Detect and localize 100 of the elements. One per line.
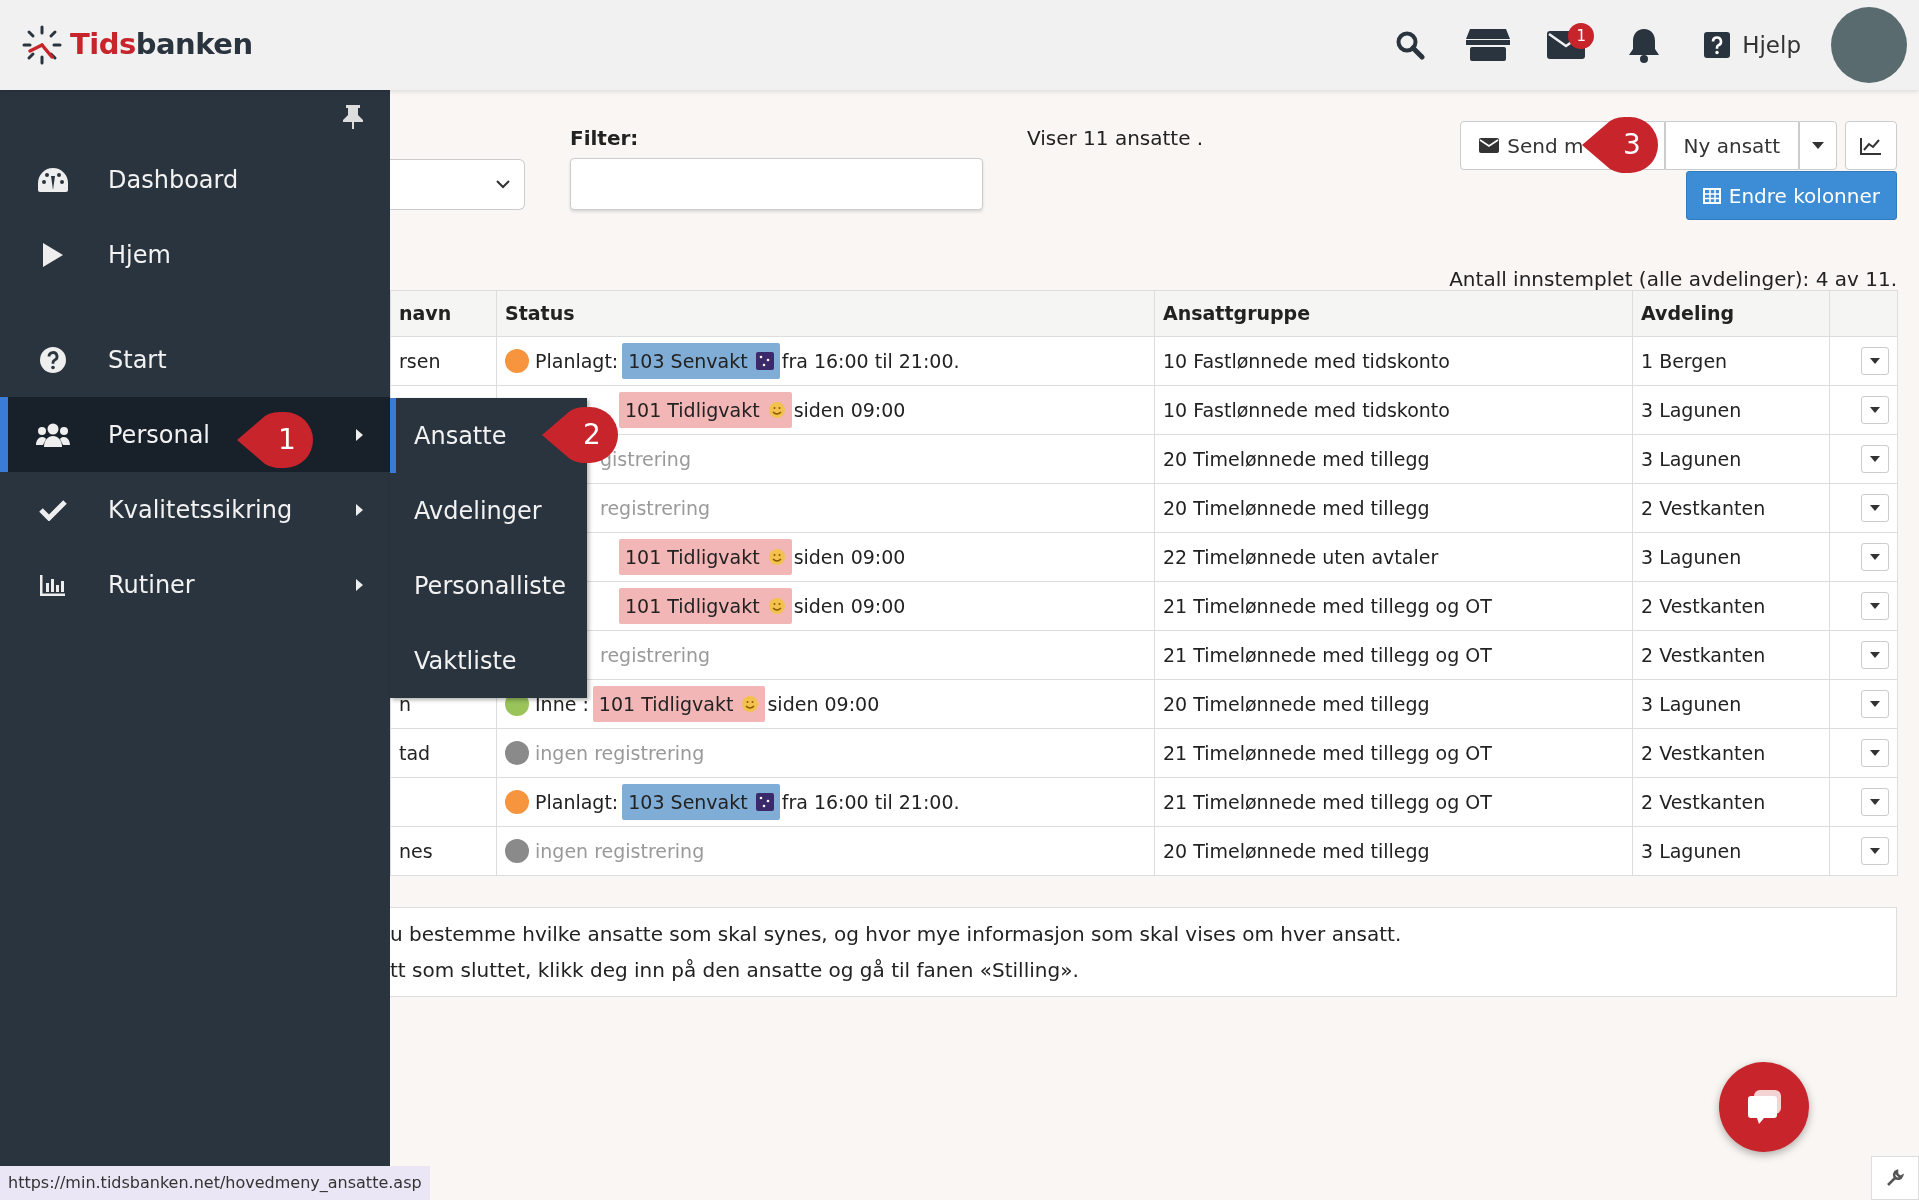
row-menu-button[interactable]	[1861, 592, 1889, 620]
shift-badge: 101 Tidligvakt	[619, 538, 792, 576]
row-menu-button[interactable]	[1861, 837, 1889, 865]
table-cell: 21 Timelønnede med tillegg og OT	[1154, 630, 1633, 680]
chevron-right-icon	[355, 427, 364, 442]
bar-chart-icon	[40, 573, 66, 596]
caret-icon	[1870, 505, 1880, 511]
column-header: Avdeling	[1632, 290, 1830, 337]
notification-badge: 1	[1568, 23, 1595, 49]
table-cell: 10 Fastlønnede med tidskonto	[1154, 336, 1633, 386]
sidebar-item[interactable]: Hjem	[0, 217, 390, 292]
play-icon	[41, 240, 65, 269]
row-menu-button[interactable]	[1861, 788, 1889, 816]
column-header: Status	[496, 290, 1155, 337]
chart-button[interactable]	[1845, 121, 1897, 170]
caret-icon	[1870, 652, 1880, 658]
status-label: registrering	[600, 642, 711, 668]
chat-button[interactable]	[1719, 1062, 1809, 1152]
status-bar-url: https://min.tidsbanken.net/hovedmeny_ansatte.asp	[0, 1166, 430, 1200]
table-cell: 21 Timelønnede med tillegg og OT	[1154, 581, 1633, 631]
search-icon	[1395, 30, 1426, 60]
table-cell: 21 Timelønnede med tillegg og OT	[1154, 777, 1633, 827]
table-cell: 20 Timelønnede med tillegg	[1154, 679, 1633, 729]
column-header: navn	[390, 290, 497, 337]
caret-icon	[1812, 142, 1824, 149]
night-sky-icon	[755, 352, 774, 370]
filter-label: Filter:	[570, 125, 639, 152]
row-menu-button[interactable]	[1861, 739, 1889, 767]
smiley-icon	[767, 548, 786, 566]
table-cell: 20 Timelønnede med tillegg	[1154, 434, 1633, 484]
step-callout-tooltip: 1	[235, 410, 315, 470]
new-employee-button[interactable]: Ny ansatt	[1664, 121, 1799, 170]
row-menu-button[interactable]	[1861, 396, 1889, 424]
row-menu-button[interactable]	[1861, 641, 1889, 669]
dashboard-icon	[37, 165, 69, 194]
caret-icon	[1870, 456, 1880, 462]
status-time: siden 09:00	[793, 397, 906, 423]
table-cell: 3 Lagunen	[1632, 385, 1830, 435]
sidebar-item[interactable]: Kvalitetssikring	[0, 472, 390, 547]
logo-icon	[22, 25, 62, 65]
sidebar-item[interactable]: Start	[0, 322, 390, 397]
table-cell: 2 Vestkanten	[1632, 728, 1830, 778]
employee-count: Viser 11 ansatte .	[1027, 125, 1204, 152]
table-cell: 2 Vestkanten	[1632, 483, 1830, 533]
status-label: registrering	[600, 495, 711, 521]
filter-input[interactable]	[570, 158, 983, 210]
shift-badge: 103 Senvakt	[622, 783, 780, 821]
sidebar-item[interactable]: Rutiner	[0, 547, 390, 622]
table-cell: 20 Timelønnede med tillegg	[1154, 826, 1633, 876]
status-label: Planlagt:	[535, 789, 619, 815]
smiley-icon	[767, 597, 786, 615]
table-cell: tad	[390, 728, 497, 778]
caret-icon	[1870, 358, 1880, 364]
table-cell: 3 Lagunen	[1632, 826, 1830, 876]
help-icon	[1704, 32, 1731, 58]
submenu-item[interactable]: Avdelinger	[390, 473, 587, 548]
wrench-button[interactable]	[1871, 1156, 1919, 1200]
info-text: tt som sluttet, klikk deg inn på den ansatte og gå til fanen «Stilling».	[390, 957, 1080, 984]
row-menu-button[interactable]	[1861, 690, 1889, 718]
status-time: siden 09:00	[767, 691, 880, 717]
smiley-icon	[741, 695, 760, 713]
table-cell: 2 Vestkanten	[1632, 777, 1830, 827]
table-cell: 21 Timelønnede med tillegg og OT	[1154, 728, 1633, 778]
submenu-item[interactable]: Personalliste	[390, 548, 587, 623]
bell-icon	[1628, 27, 1661, 63]
status-label: Planlagt:	[535, 348, 619, 374]
status-label: gistrering	[600, 446, 691, 472]
help-button[interactable]: Hjelp	[1698, 26, 1807, 64]
clocked-in-summary: Antall innstemplet (alle avdelinger): 4 av 11.	[1449, 266, 1897, 293]
shift-badge: 101 Tidligvakt	[619, 391, 792, 429]
dropdown-toggle-button[interactable]	[1799, 121, 1837, 170]
row-menu-button[interactable]	[1861, 445, 1889, 473]
row-menu-button[interactable]	[1861, 494, 1889, 522]
chevron-right-icon	[355, 502, 364, 517]
table-cell: 3 Lagunen	[1632, 434, 1830, 484]
people-icon	[36, 422, 70, 447]
caret-icon	[1870, 799, 1880, 805]
caret-icon	[1870, 848, 1880, 854]
row-menu-button[interactable]	[1861, 543, 1889, 571]
wrench-icon	[1886, 1169, 1904, 1187]
change-columns-button[interactable]: Endre kolonner	[1685, 171, 1897, 220]
caret-icon	[1870, 407, 1880, 413]
table-cell: 2 Vestkanten	[1632, 581, 1830, 631]
shift-badge: 101 Tidligvakt	[592, 685, 766, 723]
smiley-icon	[767, 401, 786, 419]
status-label: ingen registrering	[535, 838, 705, 864]
pin-icon[interactable]	[342, 104, 364, 130]
logo-text: Tidsbanken	[70, 26, 253, 64]
checkmark-icon	[39, 498, 67, 521]
mail-button[interactable]: 1	[1536, 15, 1597, 75]
envelope-icon	[1479, 138, 1500, 153]
night-sky-icon	[755, 793, 774, 811]
shift-badge: 103 Senvakt	[622, 342, 780, 380]
line-chart-icon	[1860, 136, 1882, 155]
table-cell: 10 Fastlønnede med tidskonto	[1154, 385, 1633, 435]
shift-badge: 101 Tidligvakt	[619, 587, 792, 625]
caret-icon	[1870, 701, 1880, 707]
row-menu-button[interactable]	[1861, 347, 1889, 375]
sidebar-item[interactable]: Dashboard	[0, 142, 390, 217]
info-text: u bestemme hvilke ansatte som skal synes, og hvor mye informasjon som skal vises om hver ansatt.	[390, 921, 1403, 948]
